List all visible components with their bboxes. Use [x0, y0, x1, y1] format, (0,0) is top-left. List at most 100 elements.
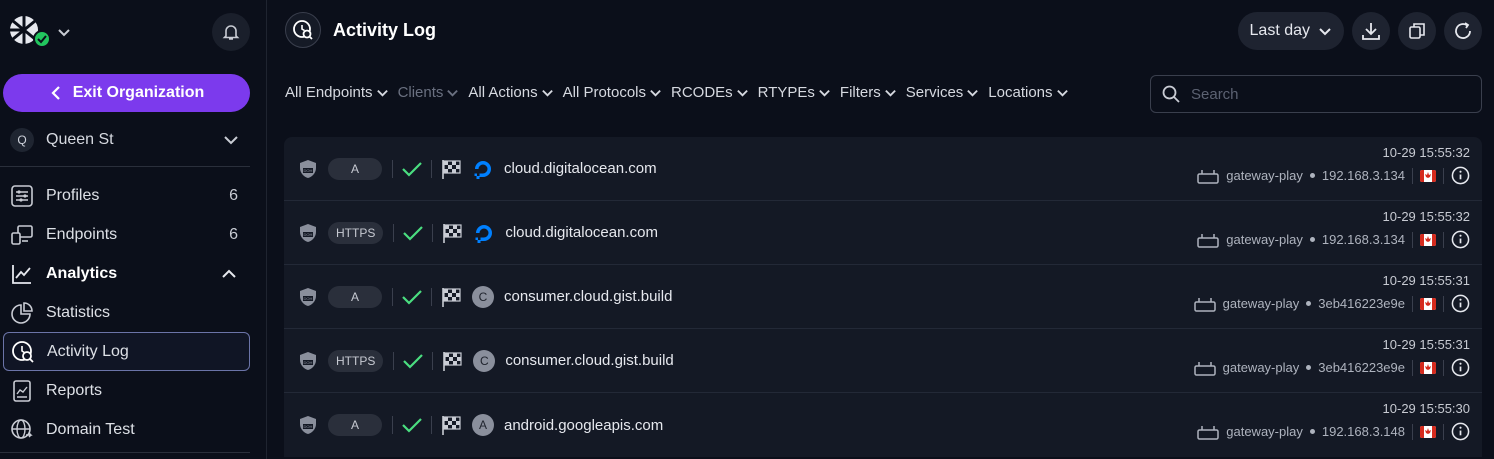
divider — [1412, 295, 1413, 312]
filter-label: RCODEs — [671, 84, 733, 101]
log-row[interactable]: DOH A cloud.digitalocean.com 10-29 15:55… — [284, 137, 1482, 201]
row-meta: 10-29 15:55:31 gateway-play 3eb416223e9e — [1193, 273, 1470, 313]
canada-flag-icon — [1420, 169, 1436, 182]
endpoint-info: gateway-play 192.168.3.134 — [1197, 166, 1470, 185]
row-meta: 10-29 15:55:30 gateway-play 192.168.3.14… — [1197, 401, 1470, 441]
chart-line-icon — [9, 261, 35, 287]
filter-clients[interactable]: Clients — [398, 84, 460, 101]
log-row[interactable]: DOH HTTPS cloud.digitalocean.com 10-29 1… — [284, 201, 1482, 265]
svg-text:DOH: DOH — [304, 296, 313, 301]
filter-services[interactable]: Services — [906, 84, 980, 101]
refresh-icon — [1455, 22, 1471, 39]
filter-label: Filters — [839, 84, 881, 101]
filter-rtypes[interactable]: RTYPEs — [758, 84, 831, 101]
filter-endpoints[interactable]: All Endpoints — [285, 84, 389, 101]
endpoint-name: gateway-play — [1226, 232, 1303, 247]
chevron-up-icon — [222, 269, 236, 278]
filter-label: All Protocols — [562, 84, 646, 101]
canada-flag-icon — [1420, 297, 1436, 310]
chevron-down-icon — [224, 136, 238, 145]
chevron-left-icon — [51, 86, 60, 100]
sliders-icon — [9, 183, 35, 209]
query-type-badge: HTTPS — [328, 349, 384, 372]
filter-locations[interactable]: Locations — [988, 84, 1068, 101]
sidebar-item-profiles[interactable]: Profiles 6 — [0, 176, 250, 215]
refresh-button[interactable] — [1444, 12, 1482, 50]
endpoint-info: gateway-play 192.168.3.134 — [1197, 230, 1470, 249]
info-icon[interactable] — [1451, 358, 1470, 377]
domain-name: cloud.digitalocean.com — [504, 160, 657, 177]
sidebar-item-statistics[interactable]: Statistics — [0, 293, 250, 332]
filter-rcodes[interactable]: RCODEs — [671, 84, 749, 101]
sidebar-item-label: Analytics — [46, 264, 118, 282]
org-switcher[interactable] — [4, 15, 72, 49]
divider — [1443, 423, 1444, 440]
sidebar-item-endpoints[interactable]: Endpoints 6 — [0, 215, 250, 254]
log-row[interactable]: DOH A C consumer.cloud.gist.build 10-29 … — [284, 265, 1482, 329]
report-icon — [9, 378, 35, 404]
info-icon[interactable] — [1451, 422, 1470, 441]
timestamp: 10-29 15:55:31 — [1382, 273, 1470, 288]
endpoint-name: gateway-play — [1222, 296, 1300, 311]
sidebar-item-reports[interactable]: Reports — [0, 371, 250, 410]
sidebar-item-label: Statistics — [46, 303, 111, 321]
query-type-badge: HTTPS — [328, 221, 384, 244]
domain-favicon: C — [472, 285, 494, 308]
chevron-down-icon — [967, 89, 979, 97]
divider — [1412, 231, 1413, 248]
notifications-button[interactable] — [212, 13, 250, 51]
search-input[interactable] — [1191, 85, 1471, 103]
allowed-check-icon — [401, 415, 423, 435]
divider — [392, 287, 393, 306]
doh-shield-icon: DOH — [300, 416, 316, 434]
canada-flag-icon — [1420, 425, 1436, 438]
search-box — [1150, 75, 1482, 113]
divider — [1443, 295, 1444, 312]
endpoint-info: gateway-play 3eb416223e9e — [1193, 294, 1470, 313]
svg-text:DOH: DOH — [304, 360, 313, 365]
checkered-flag-icon — [440, 286, 462, 308]
row-meta: 10-29 15:55:32 gateway-play 192.168.3.13… — [1197, 145, 1470, 185]
copy-button[interactable] — [1398, 12, 1436, 50]
log-row[interactable]: DOH HTTPS C consumer.cloud.gist.build 10… — [284, 329, 1482, 393]
separator-dot — [1306, 365, 1312, 370]
filter-filters[interactable]: Filters — [840, 84, 897, 101]
divider — [1443, 167, 1444, 184]
doh-shield-icon: DOH — [300, 287, 316, 306]
filter-actions[interactable]: All Actions — [468, 84, 553, 101]
divider — [393, 223, 395, 242]
sidebar-item-activity-log[interactable]: Activity Log — [3, 332, 250, 371]
info-icon[interactable] — [1451, 166, 1470, 185]
domain-name: android.googleapis.com — [504, 416, 664, 434]
separator-dot — [1306, 301, 1312, 306]
sidebar-item-analytics[interactable]: Analytics — [0, 254, 250, 293]
row-meta: 10-29 15:55:31 gateway-play 3eb416223e9e — [1193, 337, 1470, 377]
divider — [431, 287, 432, 306]
exit-organization-button[interactable]: Exit Organization — [3, 74, 250, 112]
sidebar-divider — [0, 452, 250, 453]
divider — [432, 223, 434, 242]
chevron-down-icon — [736, 89, 748, 97]
log-row[interactable]: DOH A A android.googleapis.com 10-29 15:… — [284, 393, 1482, 457]
info-icon[interactable] — [1451, 294, 1470, 313]
filter-protocols[interactable]: All Protocols — [563, 84, 662, 101]
info-icon[interactable] — [1451, 230, 1470, 249]
time-range-dropdown[interactable]: Last day — [1237, 12, 1344, 50]
domain-favicon: A — [472, 414, 494, 436]
log-search-icon — [285, 12, 321, 48]
logo-icon — [4, 15, 51, 49]
organization-selector[interactable]: Q Queen St — [0, 122, 250, 158]
timestamp: 10-29 15:55:32 — [1382, 209, 1470, 224]
digitalocean-icon — [472, 158, 494, 180]
divider — [393, 351, 395, 370]
query-type-badge: A — [328, 157, 382, 180]
client-ip: 192.168.3.134 — [1321, 232, 1405, 247]
download-button[interactable] — [1352, 12, 1390, 50]
sidebar-item-domain-test[interactable]: Domain Test — [0, 410, 250, 449]
timestamp: 10-29 15:55:32 — [1382, 145, 1470, 160]
checkered-flag-icon — [441, 222, 463, 244]
doh-shield-icon: DOH — [300, 159, 316, 178]
main-content: Activity Log Last day All Endpoints Clie… — [267, 0, 1494, 459]
endpoint-info: gateway-play 192.168.3.148 — [1197, 422, 1470, 441]
chevron-down-icon — [884, 89, 896, 97]
